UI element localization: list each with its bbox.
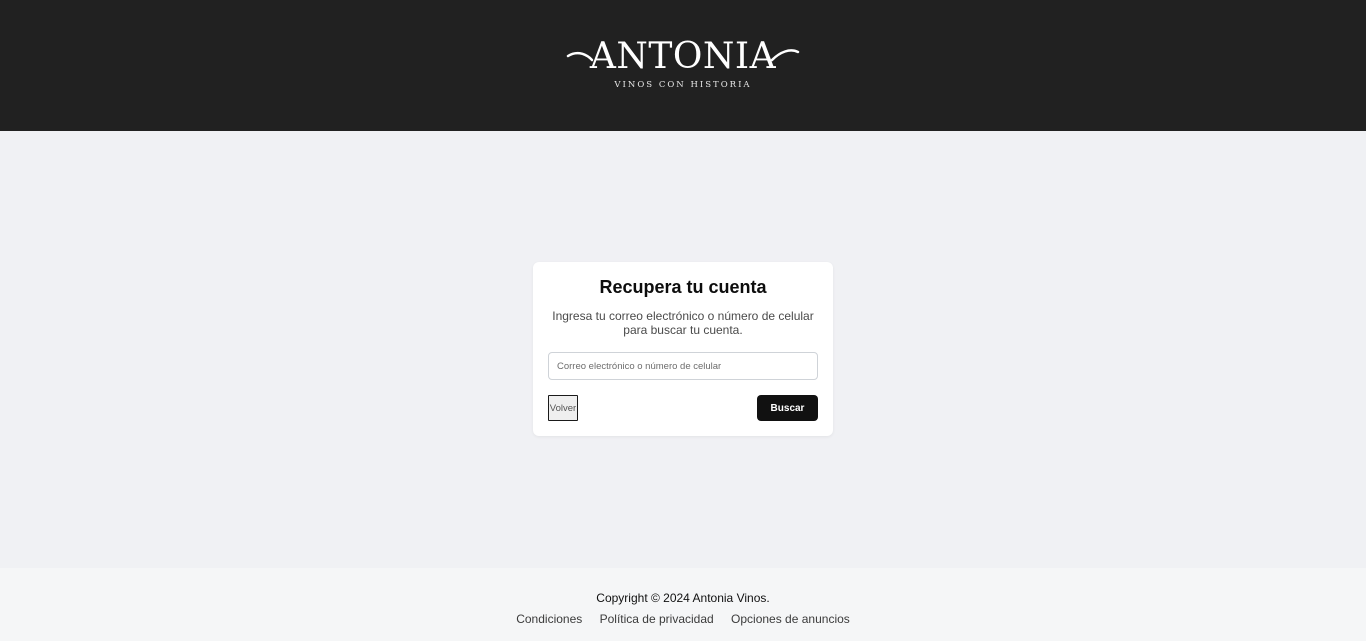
terms-link[interactable]: Condiciones bbox=[516, 612, 582, 626]
site-footer: Copyright © 2024 Antonia Vinos. Condicio… bbox=[0, 568, 1366, 641]
back-button[interactable]: Volver bbox=[548, 395, 578, 421]
privacy-policy-link[interactable]: Política de privacidad bbox=[600, 612, 714, 626]
brand-logo[interactable]: ANTONIA VINOS CON HISTORIA bbox=[566, 36, 800, 92]
site-header: ANTONIA VINOS CON HISTORIA bbox=[0, 0, 1366, 131]
footer-links: Condiciones Política de privacidad Opcio… bbox=[0, 612, 1366, 626]
recovery-title: Recupera tu cuenta bbox=[599, 277, 767, 297]
search-button[interactable]: Buscar bbox=[757, 395, 818, 421]
brand-name: ANTONIA bbox=[589, 36, 777, 77]
recovery-description: Ingresa tu correo electrónico o número d… bbox=[552, 309, 814, 337]
recovery-card: Recupera tu cuenta Ingresa tu correo ele… bbox=[533, 262, 833, 436]
ad-choices-link[interactable]: Opciones de anuncios bbox=[731, 612, 850, 626]
email-or-phone-input[interactable] bbox=[548, 352, 818, 380]
brand-tagline: VINOS CON HISTORIA bbox=[614, 80, 752, 90]
copyright-text: Copyright © 2024 Antonia Vinos. bbox=[596, 591, 770, 605]
